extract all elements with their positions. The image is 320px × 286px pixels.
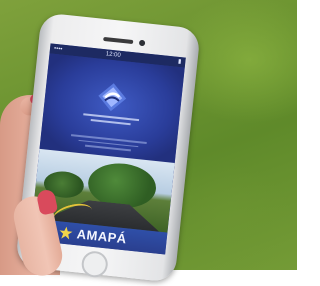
- star-emblem-icon: [59, 226, 73, 240]
- state-name-label: AMAPÁ: [76, 226, 128, 247]
- front-camera: [138, 39, 146, 47]
- earpiece-speaker: [103, 36, 134, 45]
- diamond-logo-icon: [98, 83, 127, 112]
- app-splash-header: [39, 53, 185, 164]
- battery-icon: ▮: [177, 58, 182, 66]
- logo-wordmark: [82, 113, 140, 129]
- splash-tagline: [70, 134, 147, 155]
- home-button[interactable]: [80, 249, 110, 279]
